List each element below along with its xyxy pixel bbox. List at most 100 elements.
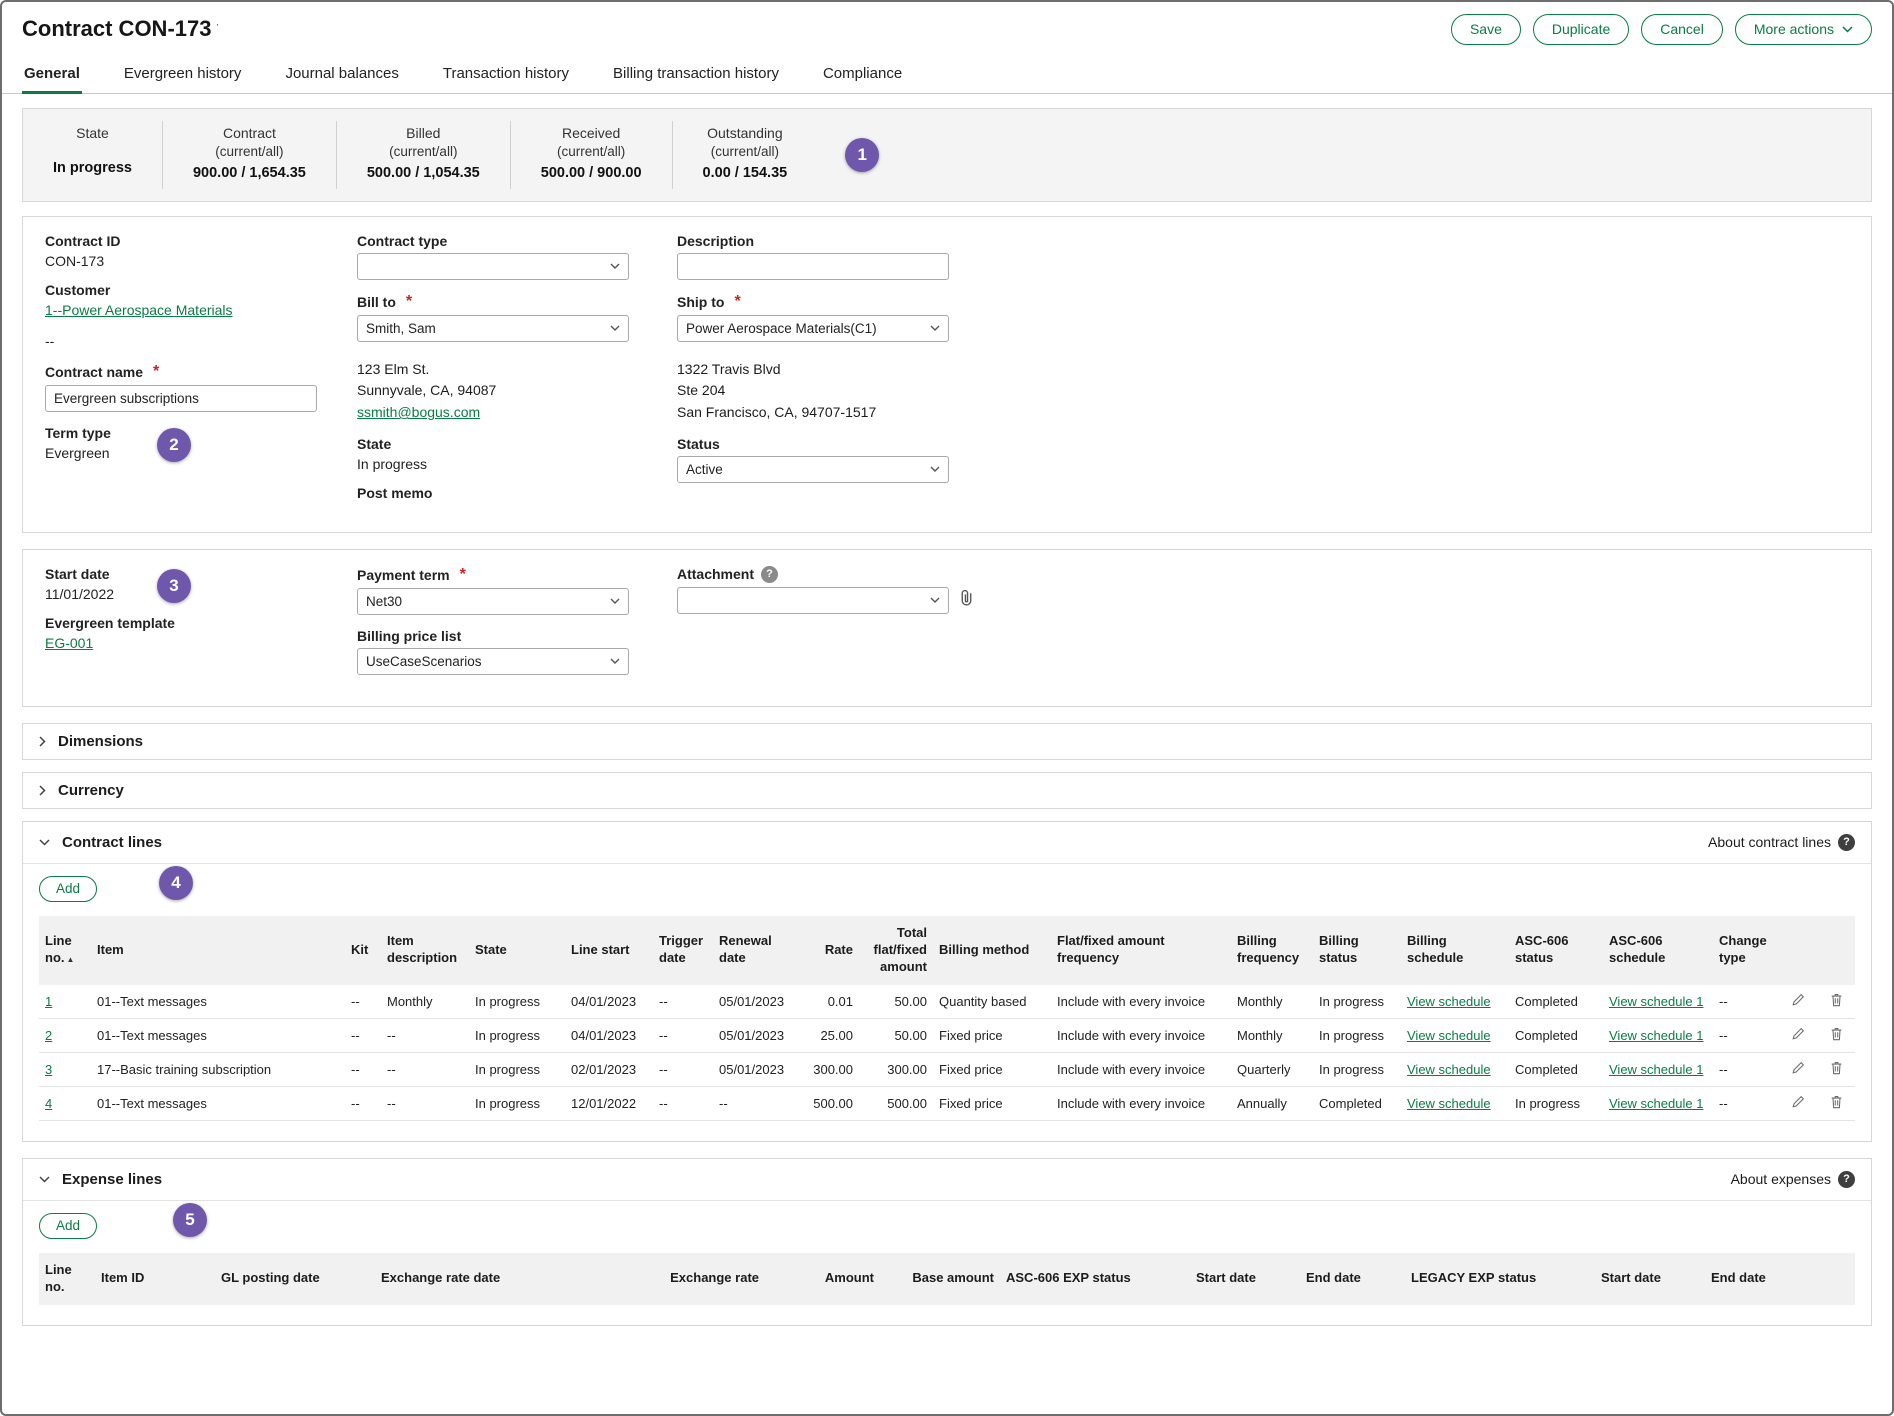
save-button[interactable]: Save [1451,14,1521,45]
required-asterisk: * [460,566,466,584]
col-asc606-exp-status: ASC-606 EXP status [1000,1253,1190,1305]
about-contract-lines-text: About contract lines [1708,834,1831,850]
delete-icon[interactable] [1830,1061,1843,1078]
col-rate: Rate [801,916,859,985]
add-contract-line-button[interactable]: Add [39,876,97,902]
cell-delete [1817,985,1855,1019]
tab-compliance[interactable]: Compliance [821,57,904,93]
tab-transaction-history[interactable]: Transaction history [441,57,571,93]
view-schedule-link[interactable]: View schedule [1407,994,1491,1009]
summary-contract-sub: (current/all) [193,144,306,159]
help-icon[interactable]: ? [761,566,778,583]
bill-to-select[interactable]: Smith, Sam [357,315,629,342]
delete-icon[interactable] [1830,1095,1843,1112]
chevron-down-icon[interactable] [39,1176,50,1183]
cell-asc606-status: In progress [1509,1086,1603,1120]
expense-lines-table: Line no. Item ID GL posting date Exchang… [39,1253,1855,1305]
cell-line-start: 04/01/2023 [565,985,653,1019]
col-delete [1817,916,1855,985]
edit-icon[interactable] [1791,1061,1805,1078]
contract-line-row: 3 17--Basic training subscription -- -- … [39,1052,1855,1086]
evergreen-template-field: Evergreen template EG-001 [45,615,357,653]
cell-item-description: -- [381,1052,469,1086]
billing-price-list-select[interactable]: UseCaseScenarios [357,648,629,675]
currency-section-toggle[interactable]: Currency [22,772,1872,809]
duplicate-button[interactable]: Duplicate [1533,14,1629,45]
more-actions-label: More actions [1754,21,1834,38]
payment-term-select[interactable]: Net30 [357,588,629,615]
cell-billing-frequency: Monthly [1231,1018,1313,1052]
expense-lines-section: Expense lines About expenses ? 5 Add Lin… [22,1158,1872,1326]
cell-change-type: -- [1713,1052,1779,1086]
line-no-link[interactable]: 1 [45,994,52,1009]
view-schedule-1-link[interactable]: View schedule 1 [1609,1062,1703,1077]
cell-billing-frequency: Quarterly [1231,1052,1313,1086]
add-expense-line-button[interactable]: Add [39,1213,97,1239]
tab-general[interactable]: General [22,57,82,93]
chevron-down-icon [930,597,940,603]
cell-delete [1817,1086,1855,1120]
customer-field: Customer 1--Power Aerospace Materials [45,282,357,320]
help-icon[interactable]: ? [1838,834,1855,851]
contract-name-field: Contract name* [45,363,357,412]
tab-billing-transaction-history[interactable]: Billing transaction history [611,57,781,93]
evergreen-template-link[interactable]: EG-001 [45,635,93,651]
summary-billed-sub: (current/all) [367,144,480,159]
status-select[interactable]: Active [677,456,949,483]
view-schedule-link[interactable]: View schedule [1407,1028,1491,1043]
contract-lines-section: Contract lines About contract lines ? 4 … [22,821,1872,1142]
edit-icon[interactable] [1791,1095,1805,1112]
ship-to-select[interactable]: Power Aerospace Materials(C1) [677,315,949,342]
view-schedule-link[interactable]: View schedule [1407,1096,1491,1111]
col-line-no[interactable]: Line no.▲ [39,916,91,985]
cell-item: 01--Text messages [91,1018,345,1052]
view-schedule-link[interactable]: View schedule [1407,1062,1491,1077]
col-item: Item [91,916,345,985]
cell-asc606-schedule: View schedule 1 [1603,1052,1713,1086]
description-input[interactable] [677,253,949,280]
cell-renewal-date: 05/01/2023 [713,1052,801,1086]
payment-term-field: Payment term* Net30 [357,566,677,615]
attachment-select[interactable] [677,587,949,614]
summary-contract-label: Contract [193,125,306,141]
line-no-link[interactable]: 4 [45,1096,52,1111]
line-no-link[interactable]: 2 [45,1028,52,1043]
edit-icon[interactable] [1791,993,1805,1010]
col-end-date-2: End date [1705,1253,1855,1305]
bill-to-email-link[interactable]: ssmith@bogus.com [357,404,480,420]
expense-lines-header: Expense lines About expenses ? [23,1159,1871,1201]
contract-page: Contract CON-173· Save Duplicate Cancel … [0,0,1894,1416]
currency-section-label: Currency [58,782,124,799]
sort-asc-icon: ▲ [67,955,75,964]
chevron-down-icon[interactable] [39,839,50,846]
contract-name-input[interactable] [45,385,317,412]
view-schedule-1-link[interactable]: View schedule 1 [1609,994,1703,1009]
dimensions-section-toggle[interactable]: Dimensions [22,723,1872,760]
col-billing-method: Billing method [933,916,1051,985]
delete-icon[interactable] [1830,993,1843,1010]
cancel-button[interactable]: Cancel [1641,14,1723,45]
summary-outstanding-value: 0.00 / 154.35 [703,165,788,181]
form2-column-1: Start date 11/01/2022 3 Evergreen templa… [45,566,357,688]
customer-link[interactable]: 1--Power Aerospace Materials [45,302,233,318]
cell-flat-frequency: Include with every invoice [1051,1052,1231,1086]
view-schedule-1-link[interactable]: View schedule 1 [1609,1028,1703,1043]
tab-evergreen-history[interactable]: Evergreen history [122,57,244,93]
cell-kit: -- [345,1018,381,1052]
annotation-badge-1: 1 [845,138,879,172]
help-icon[interactable]: ? [1838,1171,1855,1188]
more-actions-button[interactable]: More actions [1735,14,1872,45]
summary-outstanding: Outstanding (current/all) 0.00 / 154.35 [673,121,818,189]
view-schedule-1-link[interactable]: View schedule 1 [1609,1096,1703,1111]
cell-rate: 0.01 [801,985,859,1019]
line-no-link[interactable]: 3 [45,1062,52,1077]
form2-column-3: Attachment ? [677,566,1107,688]
edit-icon[interactable] [1791,1027,1805,1044]
ship-to-field: Ship to* Power Aerospace Materials(C1) [677,293,1107,342]
contract-type-select[interactable] [357,253,629,280]
paperclip-icon[interactable] [959,589,974,611]
description-label: Description [677,233,1107,249]
delete-icon[interactable] [1830,1027,1843,1044]
tab-journal-balances[interactable]: Journal balances [283,57,400,93]
chevron-right-icon [39,785,46,796]
